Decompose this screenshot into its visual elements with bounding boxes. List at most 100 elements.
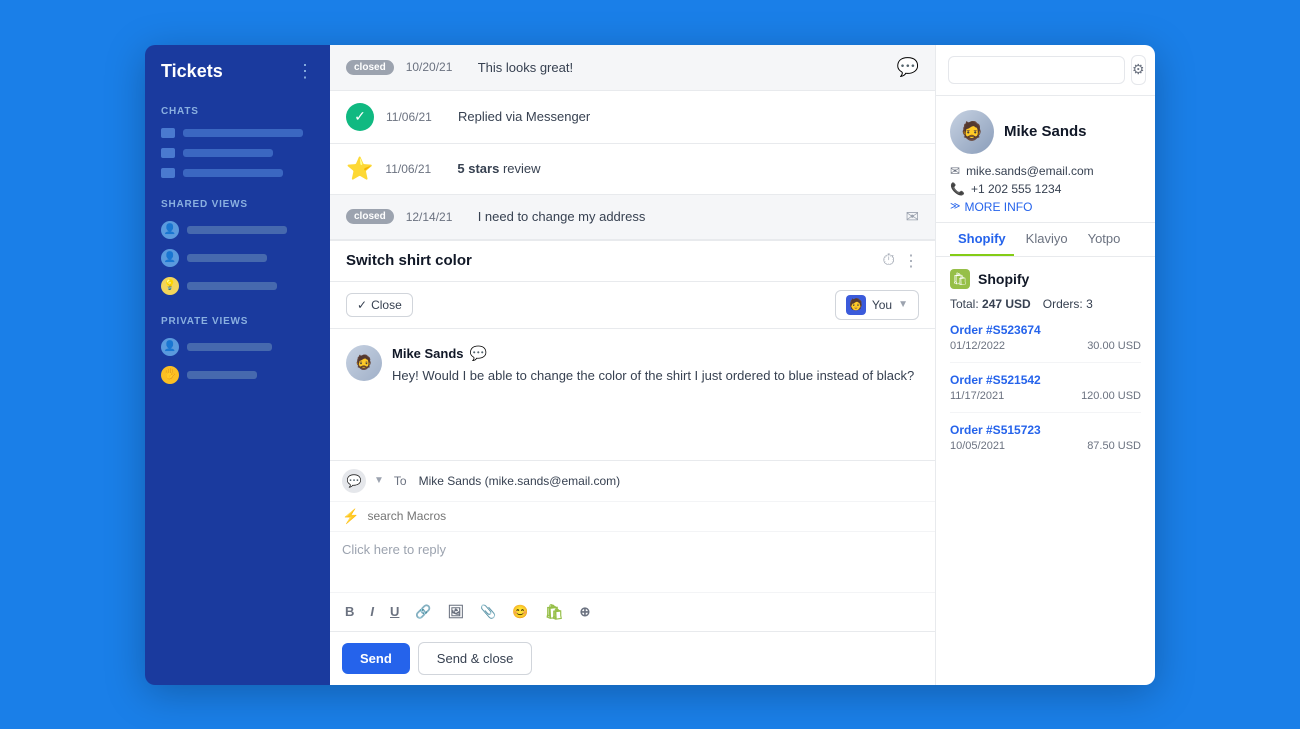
tab-shopify[interactable]: Shopify [950,223,1014,256]
macros-input[interactable] [367,509,923,523]
channel-icon[interactable]: 💬 [342,469,366,493]
link-button[interactable]: 🔗 [412,602,434,622]
shopify-panel: 🛍 Shopify Total: 247 USD Orders: 3 Order… [936,257,1155,484]
close-ticket-button[interactable]: ✓ Close [346,293,413,317]
sidebar-item-chat-1[interactable] [145,123,330,143]
ticket-row[interactable]: closed 10/20/21 This looks great! 💬 [330,45,935,91]
ticket-subject: I need to change my address [478,209,894,224]
sidebar-private-view-2[interactable]: 🖐 [145,361,330,389]
more-info-link[interactable]: ≫ MORE INFO [950,200,1141,214]
assignee-button[interactable]: 🧑 You ▼ [835,290,919,320]
shopify-order-3: Order #S515723 10/05/2021 87.50 USD [950,423,1141,462]
lightning-icon: ⚡ [342,508,359,525]
sidebar: Tickets ⋮ CHATS SHARED VIEWS 👤 👤 [145,45,330,685]
chat-icon [161,148,175,158]
view-avatar-1: 👤 [161,221,179,239]
shopify-stats: Total: 247 USD Orders: 3 [950,297,1141,311]
reply-to-address: Mike Sands (mike.sands@email.com) [419,474,621,488]
bold-button[interactable]: B [342,602,357,621]
sidebar-bar [187,254,267,262]
chevron-down-icon: ▼ [898,299,908,310]
messenger-icon: 💬 [897,57,919,78]
reply-box: 💬 ▼ To Mike Sands (mike.sands@email.com)… [330,460,935,685]
contact-phone: +1 202 555 1234 [971,182,1061,196]
conversation-subheader: ✓ Close 🧑 You ▼ [330,282,935,329]
status-badge: closed [346,60,394,75]
sidebar-shared-view-1[interactable]: 👤 [145,216,330,244]
order-id-link[interactable]: Order #S523674 [950,323,1141,337]
assignee-icon: 🧑 [849,298,863,311]
gear-button[interactable]: ⚙ [1131,55,1146,85]
shopify-header: 🛍 Shopify [950,269,1141,289]
reply-placeholder: Click here to reply [342,542,446,557]
sidebar-bar [183,169,283,177]
email-icon: ✉ [906,207,919,227]
avatar-image: 🧔 [950,110,994,154]
ticket-list: closed 10/20/21 This looks great! 💬 ✓ 11… [330,45,935,240]
timer-icon[interactable]: ⏱ [883,252,895,270]
search-input[interactable] [948,56,1125,84]
sidebar-section-private-views: PRIVATE VIEWS [145,308,330,333]
conversation-title: Switch shirt color [346,252,883,269]
avatar-image: 🧔 [346,345,382,381]
contact-email: mike.sands@email.com [966,164,1094,178]
view-avatar-3: 💡 [161,277,179,295]
sidebar-private-view-1[interactable]: 👤 [145,333,330,361]
phone-icon: 📞 [950,182,965,196]
sidebar-menu-icon[interactable]: ⋮ [296,61,314,82]
view-avatar-2: 👤 [161,249,179,267]
star-icon: ⭐ [346,156,373,182]
sidebar-item-chat-3[interactable] [145,163,330,183]
ticket-row[interactable]: closed 12/14/21 I need to change my addr… [330,195,935,240]
contact-phone-row: 📞 +1 202 555 1234 [950,182,1141,196]
assignee-avatar: 🧑 [846,295,866,315]
sidebar-shared-view-3[interactable]: 💡 [145,272,330,300]
contact-header: 🧔 Mike Sands [950,110,1141,154]
gear-icon: ⚙ [1132,61,1145,78]
italic-button[interactable]: I [367,602,377,621]
order-id-link[interactable]: Order #S515723 [950,423,1141,437]
ticket-subject: 5 stars review [457,161,919,176]
shopify-order-1: Order #S523674 01/12/2022 30.00 USD [950,323,1141,363]
order-id-link[interactable]: Order #S521542 [950,373,1141,387]
sidebar-shared-view-2[interactable]: 👤 [145,244,330,272]
shopify-name: Shopify [978,271,1029,287]
ticket-row[interactable]: ✓ 11/06/21 Replied via Messenger [330,91,935,144]
ticket-row[interactable]: ⭐ 11/06/21 5 stars review [330,144,935,195]
messenger-icon: 💬 [470,345,487,362]
tab-klaviyo[interactable]: Klaviyo [1018,223,1076,256]
sidebar-bar [187,371,257,379]
messenger-small-icon: 💬 [347,474,362,488]
sidebar-section-chats: CHATS [145,98,330,123]
reply-text-area[interactable]: Click here to reply [330,532,935,592]
order-row: 11/17/2021 120.00 USD [950,390,1141,402]
app-container: Tickets ⋮ CHATS SHARED VIEWS 👤 👤 [145,45,1155,685]
underline-button[interactable]: U [387,602,402,621]
message-content: Mike Sands 💬 Hey! Would I be able to cha… [392,345,919,386]
right-panel: ⚙ 🧔 Mike Sands ✉ mike.sands@email.com 📞 … [935,45,1155,685]
emoji-button[interactable]: 😊 [509,602,531,622]
sidebar-item-chat-2[interactable] [145,143,330,163]
ticket-date: 11/06/21 [385,162,445,176]
checkmark-icon: ✓ [357,298,367,312]
ticket-date: 12/14/21 [406,210,466,224]
sidebar-bar [183,149,273,157]
send-close-button[interactable]: Send & close [418,642,533,675]
image-button[interactable]: 🖼 [445,602,468,622]
message-bubble: 🧔 Mike Sands 💬 Hey! Would I be able to c… [346,345,919,386]
more-options-icon[interactable]: ⋮ [903,251,919,271]
middle-panel: closed 10/20/21 This looks great! 💬 ✓ 11… [330,45,935,685]
tab-yotpo[interactable]: Yotpo [1080,223,1129,256]
at-button[interactable]: ⊕ [577,602,594,622]
send-button[interactable]: Send [342,643,410,674]
macros-row: ⚡ [330,502,935,532]
conversation-header: Switch shirt color ⏱ ⋮ [330,241,935,282]
sidebar-bar [187,343,272,351]
shopify-button[interactable]: 🛍 [541,601,566,623]
shopify-logo: 🛍 [950,269,970,289]
attachment-button[interactable]: 📎 [477,602,499,622]
sidebar-section-shared-views: SHARED VIEWS [145,191,330,216]
chat-icon [161,128,175,138]
total-label: Total: 247 USD [950,297,1031,311]
contact-name: Mike Sands [1004,123,1087,140]
